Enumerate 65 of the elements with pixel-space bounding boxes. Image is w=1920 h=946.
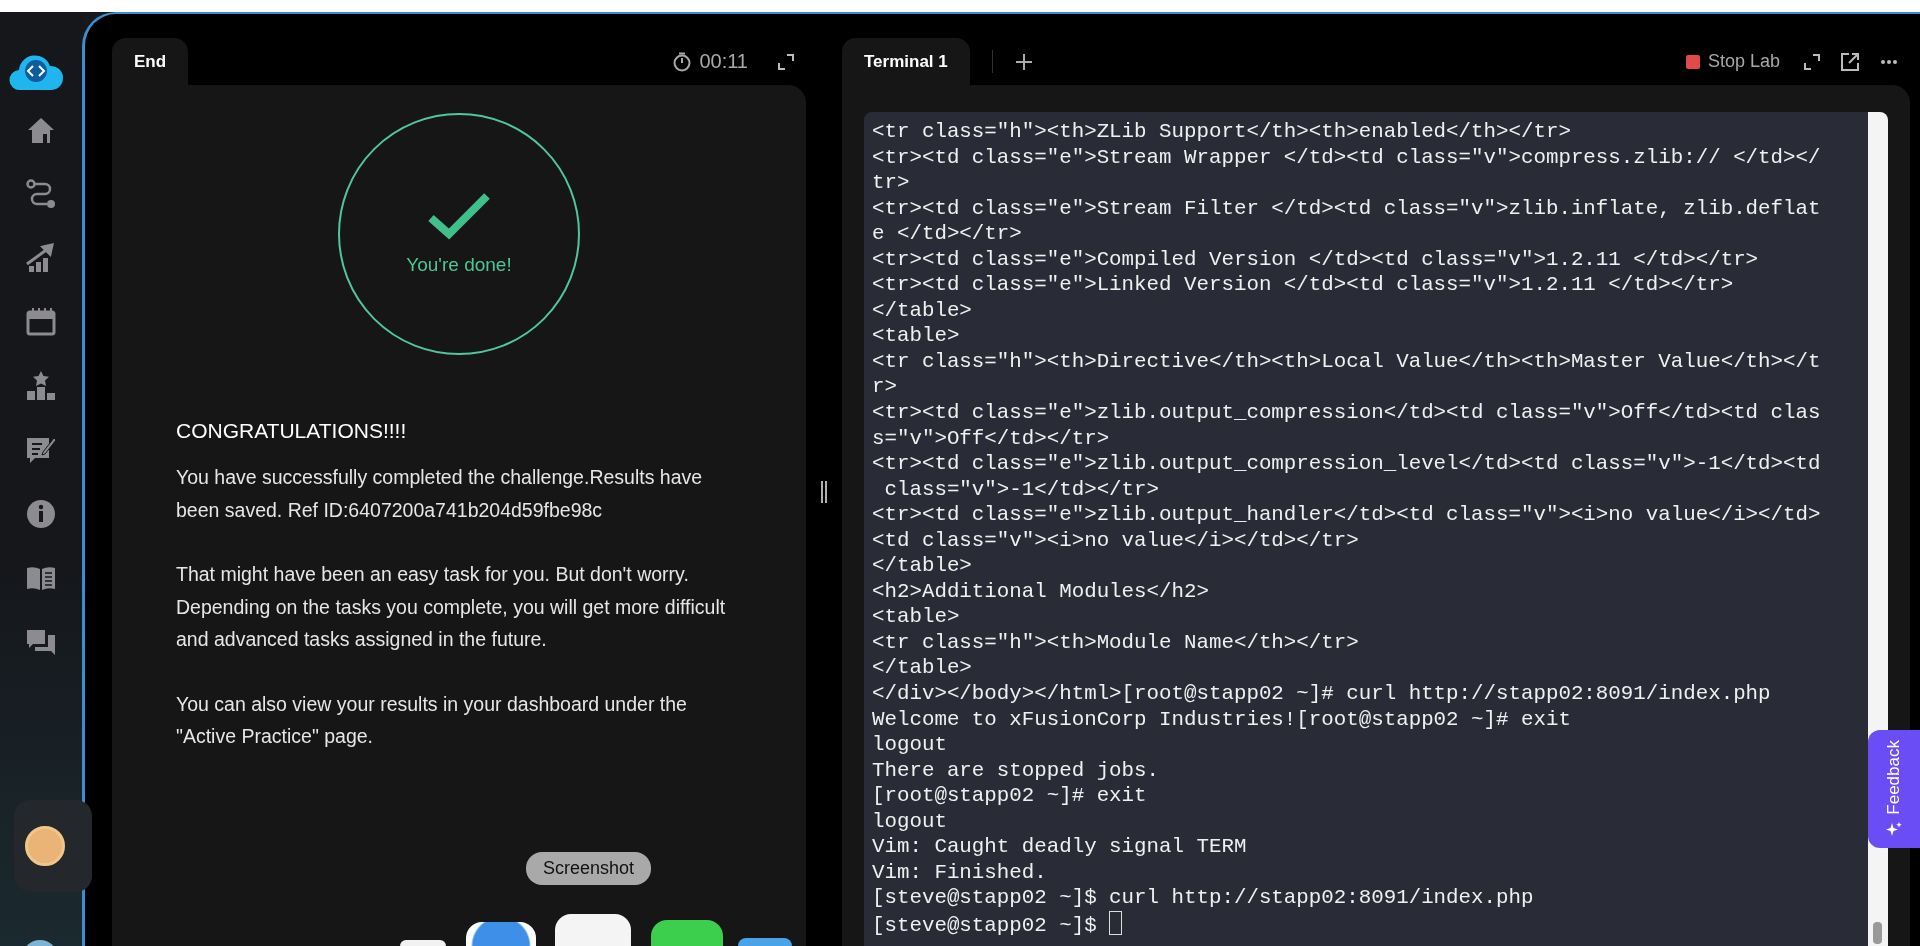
growth-chart-icon[interactable]: [25, 242, 57, 274]
terminal-line: logout: [872, 732, 947, 758]
terminal-line: <tr class="h"><th>ZLib Support</th><th>enabled</th></tr>: [872, 119, 1571, 145]
paragraph: That might have been an easy task for you. But don't worry. Depending on the tasks you complete, you will get more difficult and advanced tasks assigned in the future.: [176, 562, 727, 652]
terminal-line: [steve@stapp02 ~]$: [872, 910, 1122, 939]
terminal-line: <h2>Additional Modules</h2>: [872, 578, 1209, 605]
paragraph: You have successfully completed the challenge.Results have been saved. Ref ID:6407200a741b204d59fbe98c: [176, 465, 704, 523]
camera-app-icon[interactable]: [555, 914, 631, 946]
drag-handle-icon[interactable]: [820, 481, 828, 503]
stop-button[interactable]: Stop Lab: [1679, 38, 1786, 85]
external-link-icon[interactable]: [1840, 51, 1860, 72]
terminal-line: <tr><td class="e">zlib.output_compression_level</td><td class="v">-1</td><td: [872, 451, 1821, 477]
terminal-line: <tr><td class="e">Linked Version </td><td class="v">1.2.11 </td></tr>: [872, 272, 1734, 298]
path-icon[interactable]: [25, 178, 57, 210]
expand-icon[interactable]: [778, 53, 794, 70]
tab[interactable]: End: [112, 38, 189, 85]
message-app-icon[interactable]: [651, 920, 723, 946]
terminal-line: <tr><td class="e">Compiled Version </td><td class="v">1.2.11 </td></tr>: [872, 246, 1759, 273]
terminal-line: <table>: [872, 323, 960, 349]
terminal-line: <tr><td class="e">Stream Wrapper </td><td class="v">compress.zlib:// </td></: [872, 144, 1821, 171]
terminal-line: e </td></tr>: [872, 221, 1022, 247]
terminal-line: </table>: [872, 655, 972, 682]
terminal-output[interactable]: [864, 112, 1868, 946]
terminal-line: class="v">-1</td></tr>: [883, 476, 1160, 503]
avatar: [25, 826, 65, 866]
terminal-line: <tr><td class="e">zlib.output_compression</td><td class="v">Off</td><td clas: [872, 400, 1821, 426]
terminal-line: <tr class="h"><th>Module Name</th></tr>: [872, 629, 1359, 656]
terminal-line: r>: [872, 374, 897, 400]
terminal-line: Vim: Finished.: [872, 859, 1047, 886]
terminal-line: logout: [872, 808, 947, 835]
terminal-line: There are stopped jobs.: [872, 757, 1160, 784]
status-text: You're done!: [406, 254, 512, 276]
cloud-logo-icon[interactable]: [8, 52, 64, 92]
terminal-line: tr>: [872, 170, 910, 196]
app-icon[interactable]: [738, 938, 792, 946]
user-card[interactable]: [14, 800, 92, 892]
app-icon[interactable]: [400, 940, 446, 946]
paragraph: You can also view your results in your dashboard under the "Active Practice" page.: [176, 691, 688, 749]
compass-app-icon[interactable]: [466, 922, 536, 946]
plus-icon[interactable]: [1014, 52, 1033, 71]
feedback-button[interactable]: Feedback: [1868, 730, 1920, 848]
terminal-line: [root@stapp02 ~]# exit: [872, 783, 1147, 809]
terminal-line: <tr class="h"><th>Directive</th><th>Local Value</th><th>Master Value</th></t: [872, 348, 1821, 375]
info-icon[interactable]: [25, 498, 57, 530]
checkmark-icon: [427, 192, 491, 240]
terminal-line: </table>: [872, 297, 972, 324]
terminal-line: Vim: Caught deadly signal TERM: [872, 834, 1247, 860]
terminal-line: </table>: [872, 553, 972, 579]
more-icon[interactable]: [1880, 58, 1898, 65]
tab[interactable]: Terminal 1: [842, 38, 970, 85]
expand-icon[interactable]: [1804, 53, 1820, 70]
podium-star-icon[interactable]: [25, 370, 57, 402]
terminal-line: <table>: [872, 604, 960, 630]
terminal-line: Welcome to xFusionCorp Industries![root@stapp02 ~]# exit: [872, 706, 1571, 733]
timer-text: 00:11: [699, 50, 748, 73]
terminal-line: s="v">Off</td></tr>: [872, 425, 1110, 452]
heading: CONGRATULATIONS!!!!: [176, 419, 408, 443]
tooltip: Screenshot: [526, 852, 652, 885]
terminal-line: <tr><td class="e">zlib.output_handler</td><td class="v"><i>no value</i></td>: [872, 502, 1821, 528]
terminal-line: <td class="v"><i>no value</i></td></tr>: [872, 527, 1359, 554]
calendar-icon[interactable]: [25, 306, 57, 338]
stopwatch-icon: [673, 51, 692, 72]
terminal-line: </div></body></html>[root@stapp02 ~]# curl http://stapp02:8091/index.php: [872, 681, 1771, 707]
terminal-line: [steve@stapp02 ~]$ curl http://stapp02:8091/index.php: [872, 885, 1534, 911]
terminal-line: <tr><td class="e">Stream Filter </td><td class="v">zlib.inflate, zlib.deflat: [872, 195, 1821, 222]
